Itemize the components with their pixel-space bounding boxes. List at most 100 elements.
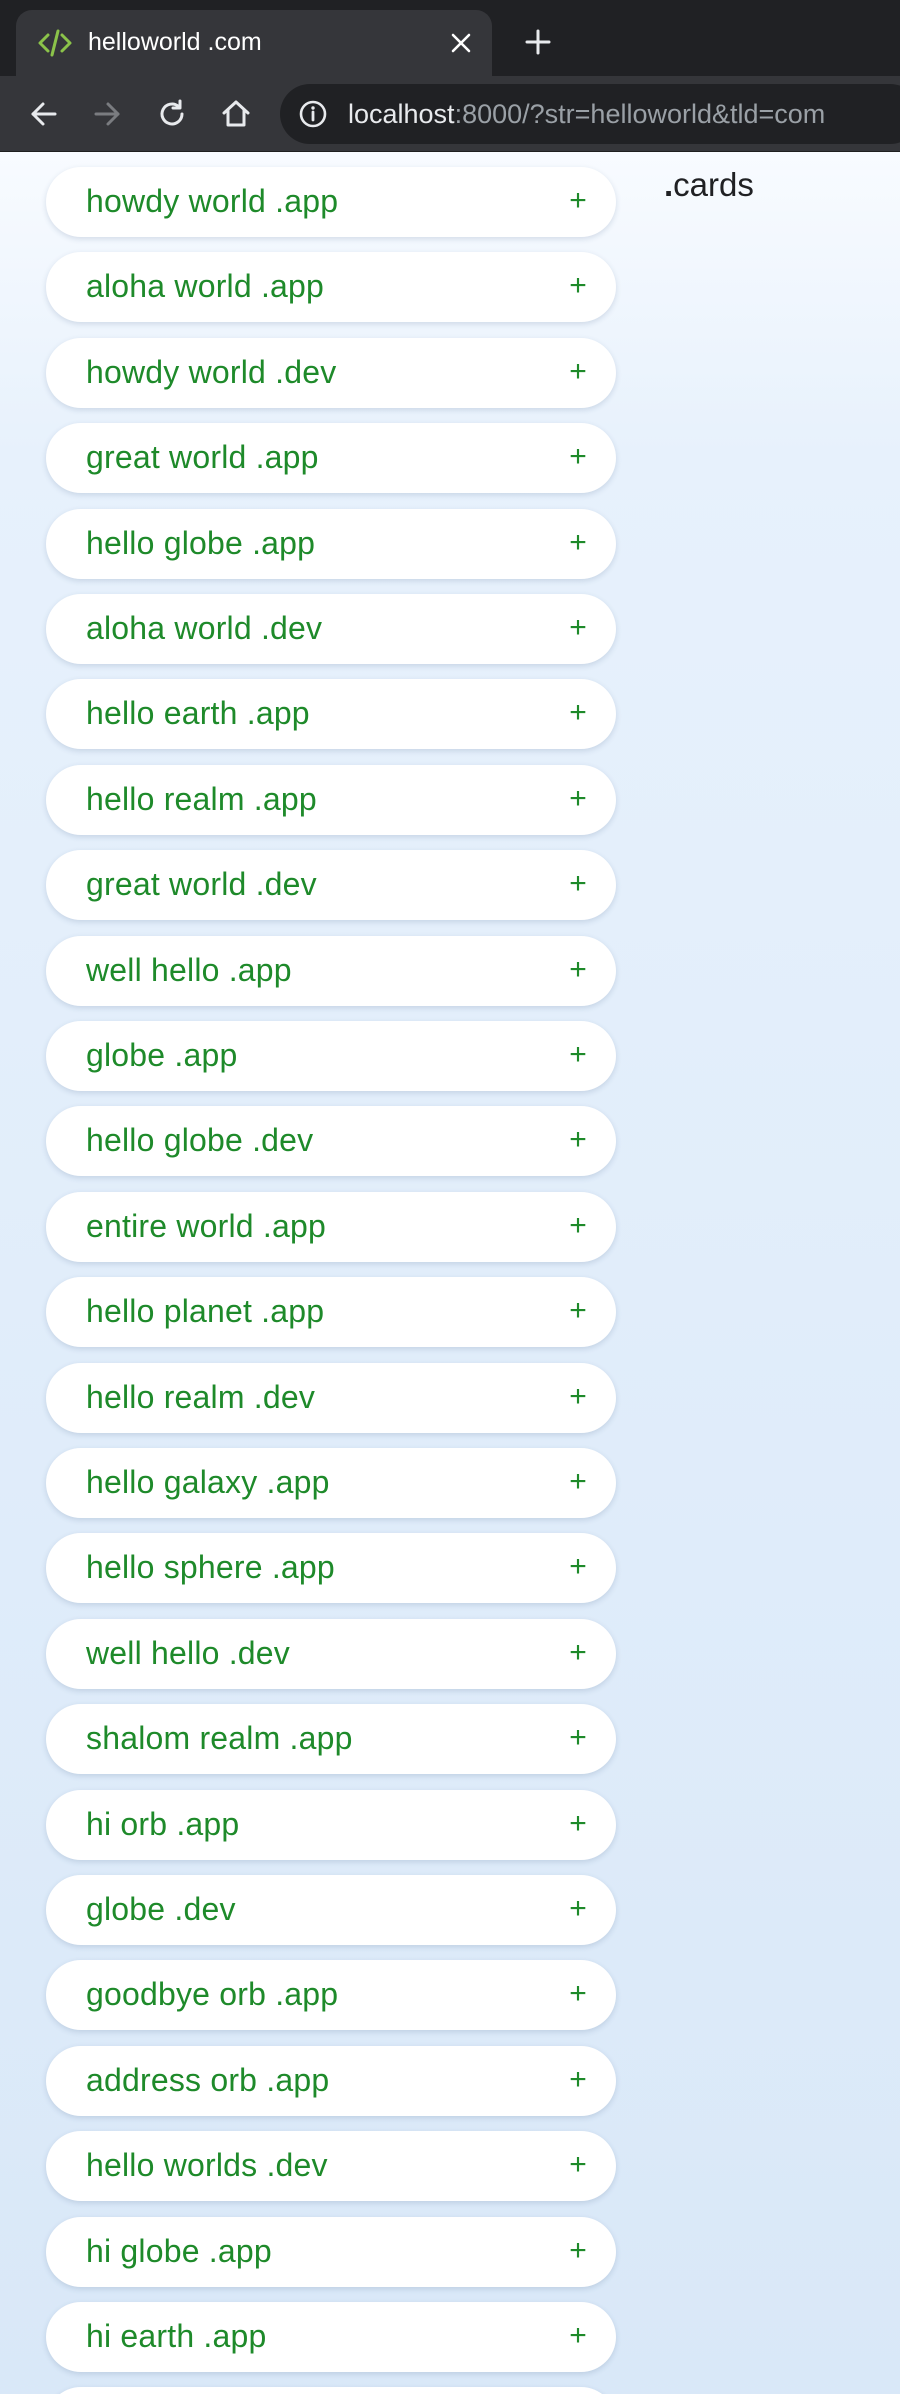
add-domain-button[interactable]: + [560, 1379, 596, 1415]
domain-name: well hello .app [86, 952, 292, 988]
home-icon [222, 100, 250, 127]
domain-name: hi earth .app [86, 2318, 267, 2354]
add-domain-button[interactable]: + [560, 183, 596, 219]
domain-card[interactable]: great world .app + [46, 423, 616, 493]
arrow-left-icon [31, 102, 57, 126]
domain-name: howdy world .app [86, 183, 339, 219]
domain-name: globe .dev [86, 1891, 236, 1927]
back-button[interactable] [24, 94, 64, 134]
domain-card[interactable]: howdy world .app + [46, 167, 616, 237]
add-domain-button[interactable]: + [560, 1122, 596, 1158]
add-domain-button[interactable]: + [560, 1806, 596, 1842]
domain-name: goodbye orb .app [86, 1976, 339, 2012]
add-domain-button[interactable]: + [560, 610, 596, 646]
add-domain-button[interactable]: + [560, 2062, 596, 2098]
domain-card[interactable]: hello galaxy .app + [46, 1448, 616, 1518]
url-host: localhost [348, 99, 455, 129]
add-domain-button[interactable]: + [560, 695, 596, 731]
domain-card[interactable]: shalom realm .app + [46, 1704, 616, 1774]
domain-card[interactable]: hello realm .dev + [46, 1363, 616, 1433]
arrow-right-icon [94, 102, 120, 126]
code-icon [36, 24, 74, 62]
add-domain-button[interactable]: + [560, 2147, 596, 2183]
url-text[interactable]: localhost:8000/?str=helloworld&tld=com [348, 99, 825, 130]
domain-name: hello sphere .app [86, 1549, 335, 1585]
new-tab-button[interactable] [518, 22, 558, 62]
domain-card[interactable]: aloha world .dev + [46, 594, 616, 664]
domain-name: great world .app [86, 439, 319, 475]
domain-card[interactable]: globe .app + [46, 1021, 616, 1091]
add-domain-button[interactable]: + [560, 2318, 596, 2354]
add-domain-button[interactable]: + [560, 952, 596, 988]
domain-card[interactable]: great world .dev + [46, 850, 616, 920]
domain-name: hi globe .app [86, 2233, 272, 2269]
domain-card[interactable]: aloha world .app + [46, 252, 616, 322]
domain-card[interactable]: well hello .dev + [46, 1619, 616, 1689]
add-domain-button[interactable]: + [560, 781, 596, 817]
domain-card[interactable]: hello globe .dev + [46, 1106, 616, 1176]
plus-icon [525, 29, 551, 55]
domain-name: hello globe .dev [86, 1122, 314, 1158]
add-domain-button[interactable]: + [560, 1037, 596, 1073]
add-domain-button[interactable]: + [560, 268, 596, 304]
domain-name: great world .dev [86, 866, 317, 902]
add-domain-button[interactable]: + [560, 1891, 596, 1927]
cards-heading: .cards [664, 166, 754, 203]
info-icon[interactable] [298, 99, 328, 129]
add-domain-button[interactable]: + [560, 1293, 596, 1329]
domain-card[interactable]: hi globe .app + [46, 2217, 616, 2287]
add-domain-button[interactable]: + [560, 439, 596, 475]
browser-tab[interactable]: helloworld .com [16, 10, 492, 76]
tab-strip: helloworld .com [0, 0, 900, 76]
domain-card[interactable]: well hello .app + [46, 936, 616, 1006]
domain-card[interactable]: entire world .app + [46, 1192, 616, 1262]
domain-card[interactable]: hello worlds .dev + [46, 2131, 616, 2201]
add-domain-button[interactable]: + [560, 2233, 596, 2269]
domain-card[interactable]: globe .dev + [46, 1875, 616, 1945]
page-content: howdy world .app + aloha world .app + howdy … [0, 152, 900, 2394]
address-bar[interactable]: localhost:8000/?str=helloworld&tld=com [280, 84, 900, 144]
add-domain-button[interactable]: + [560, 866, 596, 902]
domain-card[interactable]: goodbye orb .app + [46, 1960, 616, 2030]
reload-button[interactable] [152, 94, 192, 134]
add-domain-button[interactable]: + [560, 354, 596, 390]
add-domain-button[interactable]: + [560, 1976, 596, 2012]
add-domain-button[interactable]: + [560, 1635, 596, 1671]
domain-card[interactable]: hello realm .app + [46, 765, 616, 835]
domain-name: hello planet .app [86, 1293, 325, 1329]
domain-name: entire world .app [86, 1208, 326, 1244]
domain-name: howdy world .dev [86, 354, 337, 390]
add-domain-button[interactable]: + [560, 1720, 596, 1756]
add-domain-button[interactable]: + [560, 525, 596, 561]
add-domain-button[interactable]: + [560, 1208, 596, 1244]
domain-name: shalom realm .app [86, 1720, 353, 1756]
url-path: :8000/?str=helloworld&tld=com [454, 99, 826, 129]
domain-card[interactable]: hello globe .app + [46, 509, 616, 579]
domain-name: globe .app [86, 1037, 238, 1073]
domain-card[interactable]: howdy world .dev + [46, 338, 616, 408]
domain-card[interactable]: address orb .app + [46, 2046, 616, 2116]
domain-card[interactable]: hello planet .app + [46, 1277, 616, 1347]
tab-title: helloworld .com [88, 28, 262, 56]
domain-card[interactable]: hi orb .app + [46, 1790, 616, 1860]
domain-name: hello globe .app [86, 525, 316, 561]
domain-name: hello worlds .dev [86, 2147, 328, 2183]
browser-toolbar: localhost:8000/?str=helloworld&tld=com [0, 76, 900, 152]
domain-name: aloha world .app [86, 268, 325, 304]
add-domain-button[interactable]: + [560, 1464, 596, 1500]
domain-card[interactable]: hi earth .app + [46, 2302, 616, 2372]
domain-name: hello realm .dev [86, 1379, 316, 1415]
domain-name: hi orb .app [86, 1806, 240, 1842]
domain-name: well hello .dev [86, 1635, 290, 1671]
forward-button[interactable] [87, 94, 127, 134]
add-domain-button[interactable]: + [560, 1549, 596, 1585]
domain-card[interactable]: hello sphere .app + [46, 1533, 616, 1603]
domain-name: hello realm .app [86, 781, 317, 817]
domain-card[interactable]: hello earth .app + [46, 679, 616, 749]
home-button[interactable] [216, 94, 256, 134]
domain-card[interactable] [46, 2387, 616, 2394]
domain-name: aloha world .dev [86, 610, 323, 646]
domain-name: hello galaxy .app [86, 1464, 330, 1500]
domain-name: address orb .app [86, 2062, 330, 2098]
close-icon[interactable] [442, 24, 480, 62]
